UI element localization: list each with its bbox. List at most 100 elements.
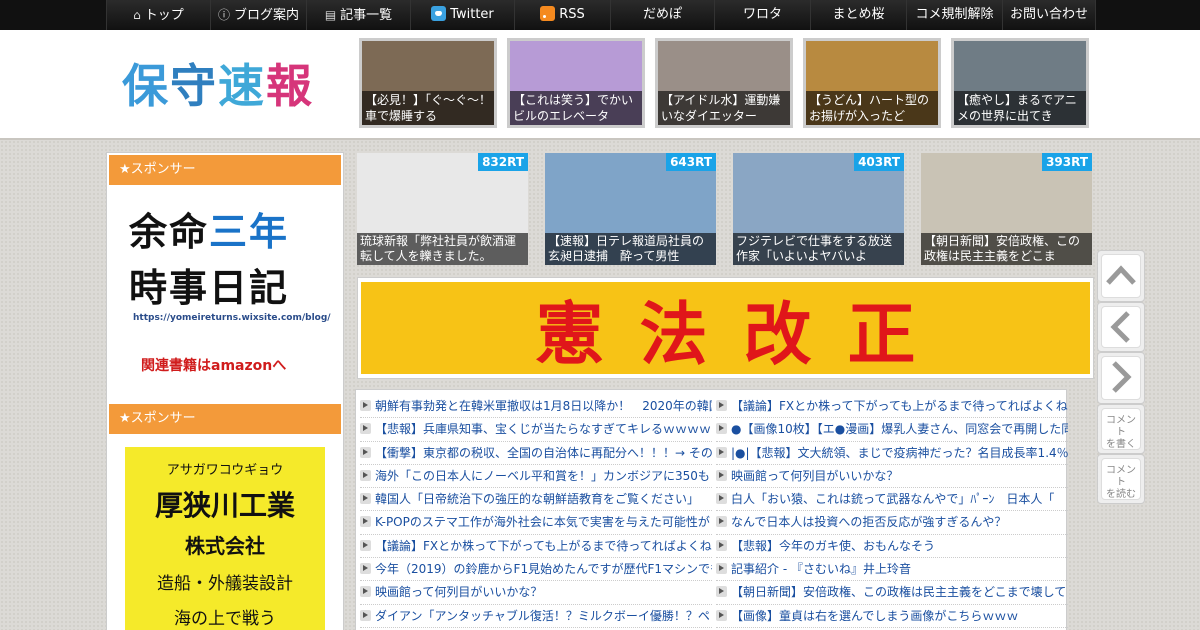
article-title: 【悲報】今年のガキ使、おもんなそう <box>731 538 936 553</box>
article-link[interactable]: ダイアン「アンタッチャブル復活！？ミルクボーイ優勝！？ペ <box>360 605 712 628</box>
bullet-arrow-icon <box>360 446 371 458</box>
bullet-arrow-icon <box>716 493 727 505</box>
sponsor-heading: ★スポンサー <box>109 155 341 185</box>
nav-item-label: だめぽ <box>642 7 682 22</box>
nav-item[interactable]: ⌂ トップ <box>106 0 210 30</box>
article-title: 【朝日新聞】安倍政権、この政権は民主主義をどこまで壊して <box>731 585 1067 600</box>
ranking-caption: 琉球新報「弊社社員が飲酒運転して人を轢きました。 <box>357 233 528 265</box>
logo-char: 報 <box>266 59 314 113</box>
article-title: 朝鮮有事勃発と在韓米軍撤収は1月8日以降か！ 2020年の韓国 <box>375 399 712 413</box>
ad-title-line1: 余命三年 <box>129 210 290 254</box>
bullet-arrow-icon <box>360 586 371 598</box>
list-icon: ▤ <box>324 8 337 22</box>
rss-icon <box>540 6 556 21</box>
bullet-arrow-icon <box>360 609 371 621</box>
article-link[interactable]: 朝鮮有事勃発と在韓米軍撤収は1月8日以降か！ 2020年の韓国 <box>360 395 712 419</box>
featured-thumb[interactable]: 【必見！】「ぐ～ぐ～！ 車で爆睡する <box>359 38 497 128</box>
site-logo[interactable]: 保守速報 <box>122 50 314 116</box>
thumb-caption: 【これは笑う】でかいビルのエレベータ <box>510 91 642 125</box>
article-link[interactable]: ●【画像10枚】【エ●漫画】爆乳人妻さん、同窓会で再開した同 <box>716 418 1068 442</box>
article-link[interactable]: 【議論】FXとか株って下がっても上がるまで待ってればよくね <box>716 395 1068 419</box>
chevron-left-icon <box>1110 311 1130 343</box>
nav-item[interactable]: ▤ 記事一覧 <box>306 0 410 30</box>
article-link[interactable]: K-POPのステマ工作が海外社会に本気で実害を与えた可能性が <box>360 511 712 535</box>
header: 保守速報 【必見！】「ぐ～ぐ～！ 車で爆睡する 【これは笑う】でかいビルのエレベー… <box>0 30 1200 140</box>
prev-button[interactable] <box>1097 302 1145 352</box>
next-button[interactable] <box>1097 352 1145 404</box>
nav-item-label: ワロタ <box>742 7 782 22</box>
nav-item-label: RSS <box>559 7 585 22</box>
article-title: K-POPのステマ工作が海外社会に本気で実害を与えた可能性が <box>375 515 710 530</box>
article-link[interactable]: 映画館って何列目がいいかな？ <box>716 465 1068 489</box>
logo-char: 保 <box>122 59 170 113</box>
bullet-arrow-icon <box>716 446 727 458</box>
article-link[interactable]: 【悲報】兵庫県知事、宝くじが当たらなすぎてキレるｗｗｗｗ <box>360 418 712 442</box>
article-link[interactable]: なんで日本人は投資への拒否反応が強すぎるんや？ <box>716 511 1068 535</box>
sponsor-ad-yomei[interactable]: 余命三年 時事日記 https://yomeireturns.wixsite.c… <box>107 187 343 402</box>
chevron-up-icon <box>1106 265 1136 285</box>
ranking-item[interactable]: 403RT フジテレビで仕事をする放送作家「いよいよヤバいよ <box>733 153 904 265</box>
nav-item-label: ブログ案内 <box>234 8 300 23</box>
kenpo-banner[interactable]: 憲法改正 <box>357 277 1094 379</box>
article-column-right: 【議論】FXとか株って下がっても上がるまで待ってればよくね ●【画像10枚】【エ●… <box>712 395 1068 630</box>
featured-thumb[interactable]: 【これは笑う】でかいビルのエレベータ <box>507 38 645 128</box>
nav-item[interactable]: コメ規制解除 <box>906 0 1002 30</box>
article-link[interactable]: 映画館って何列目がいいかな？ <box>360 581 712 605</box>
featured-thumb[interactable]: 【アイドル水】運動嫌いなダイエッター <box>655 38 793 128</box>
article-link[interactable]: 韓国人「日帝統治下の強圧的な朝鮮語教育をご覧ください」 <box>360 488 712 512</box>
article-link[interactable]: 記事紹介 - 『さむいね』井上玲音 <box>716 558 1068 582</box>
nav-item[interactable]: RSS <box>514 0 610 30</box>
ranking-item[interactable]: 393RT 【朝日新聞】安倍政権、この政権は民主主義をどこま <box>921 153 1092 265</box>
nav-item-label: Twitter <box>450 7 494 22</box>
article-link[interactable]: 【朝日新聞】安倍政権、この政権は民主主義をどこまで壊して <box>716 581 1068 605</box>
banner-yellow: 憲法改正 <box>361 282 1090 375</box>
article-link[interactable]: 【衝撃】東京都の税収、全国の自治体に再配分へ！！！→ その <box>360 442 712 465</box>
bullet-arrow-icon <box>360 539 371 551</box>
sponsor-ad-asagawa[interactable]: アサガワコウギョウ 厚狭川工業 株式会社 造船・外艤装設計 海の上で戦う <box>125 447 325 630</box>
thumb-caption: 【癒やし】まるでアニメの世界に出てき <box>954 91 1086 125</box>
rt-count-badge: 403RT <box>854 153 904 171</box>
bullet-arrow-icon <box>716 563 727 575</box>
article-title: ダイアン「アンタッチャブル復活！？ミルクボーイ優勝！？ペ <box>375 608 710 623</box>
featured-thumb[interactable]: 【うどん】ハート型のお揚げが入ったど <box>803 38 941 128</box>
article-link[interactable]: 今年（2019）の鈴鹿からF1見始めたんですが歴代F1マシンでも <box>360 558 712 582</box>
read-comment-button[interactable]: コメント を読む <box>1097 454 1145 504</box>
scroll-top-button[interactable] <box>1097 250 1145 302</box>
thumb-caption: 【アイドル水】運動嫌いなダイエッター <box>658 91 790 125</box>
article-column-left: 朝鮮有事勃発と在韓米軍撤収は1月8日以降か！ 2020年の韓国【悲報】兵庫県知事… <box>356 395 712 630</box>
write-comment-label: を書く <box>1106 439 1136 450</box>
nav-item-label: まとめ桜 <box>832 7 885 22</box>
nav-item[interactable]: Twitter <box>410 0 514 30</box>
rt-count-badge: 393RT <box>1042 153 1092 171</box>
article-link[interactable]: |●|【悲報】文大統領、まじで疫病神だった？名目成長率1.4％（ <box>716 442 1068 465</box>
logo-char: 速 <box>218 59 266 113</box>
article-link[interactable]: 白人「おい猿、これは銃って武器なんやで」ﾊﾟｰﾝ 日本人「 <box>716 488 1068 512</box>
article-title: 韓国人「日帝統治下の強圧的な朝鮮語教育をご覧ください」 <box>375 492 700 507</box>
thumb-caption: 【必見！】「ぐ～ぐ～！ 車で爆睡する <box>362 91 494 125</box>
article-link[interactable]: 【議論】FXとか株って下がっても上がるまで待ってればよくね <box>360 535 712 559</box>
ranking-item[interactable]: 832RT 琉球新報「弊社社員が飲酒運転して人を轢きました。 <box>357 153 528 265</box>
ad-amazon-link[interactable]: 関連書籍はamazonへ <box>141 355 286 375</box>
ranking-thumbs: 832RT 琉球新報「弊社社員が飲酒運転して人を轢きました。 643RT 【速報】日テ… <box>357 153 1092 265</box>
home-icon: ⌂ <box>133 8 141 22</box>
bullet-arrow-icon <box>716 469 727 481</box>
nav-item[interactable]: まとめ桜 <box>810 0 906 30</box>
sponsor-heading: ★スポンサー <box>109 404 341 434</box>
article-link[interactable]: 海外「この日本人にノーベル平和賞を！」カンボジアに350も <box>360 465 712 489</box>
article-link[interactable]: 【画像】童貞は右を選んでしまう画像がこちらｗｗｗ <box>716 605 1068 628</box>
article-link[interactable]: 【悲報】今年のガキ使、おもんなそう <box>716 535 1068 559</box>
ranking-caption: フジテレビで仕事をする放送作家「いよいよヤバいよ <box>733 233 904 265</box>
nav-item[interactable]: だめぽ <box>610 0 714 30</box>
rt-count-badge: 643RT <box>666 153 716 171</box>
ranking-item[interactable]: 643RT 【速報】日テレ報道局社員の玄昶日逮捕 酔って男性 <box>545 153 716 265</box>
bullet-arrow-icon <box>360 563 371 575</box>
featured-thumb[interactable]: 【癒やし】まるでアニメの世界に出てき <box>951 38 1089 128</box>
article-title: なんで日本人は投資への拒否反応が強すぎるんや？ <box>731 515 1007 530</box>
nav-item[interactable]: ワロタ <box>714 0 810 30</box>
sidebar: ★スポンサー 余命三年 時事日記 https://yomeireturns.wi… <box>106 152 344 630</box>
ranking-caption: 【速報】日テレ報道局社員の玄昶日逮捕 酔って男性 <box>545 233 716 265</box>
write-comment-button[interactable]: コメント を書く <box>1097 404 1145 454</box>
write-comment-label: コメント <box>1106 415 1136 438</box>
nav-item[interactable]: ⓘ ブログ案内 <box>210 0 306 30</box>
nav-item[interactable]: お問い合わせ <box>1002 0 1096 30</box>
